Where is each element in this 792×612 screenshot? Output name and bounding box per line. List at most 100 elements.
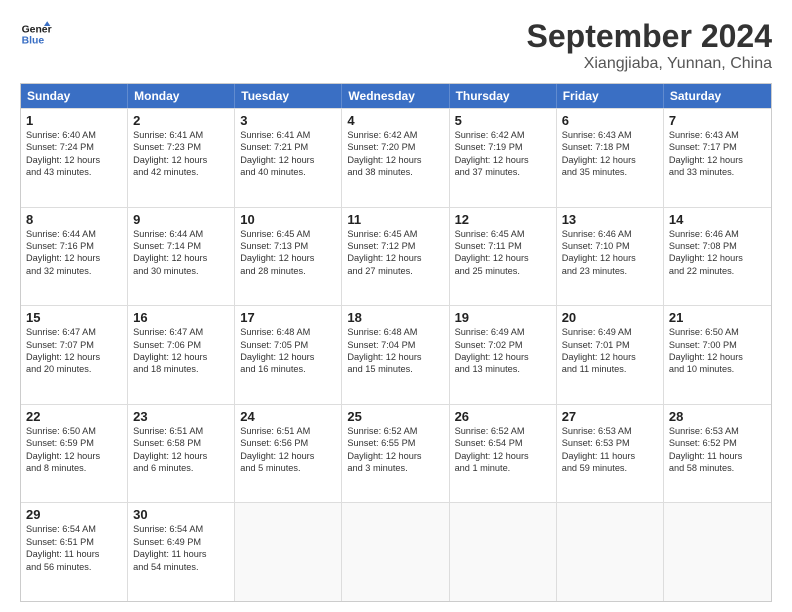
cell-text: Daylight: 12 hours — [562, 154, 658, 166]
calendar-cell: 10Sunrise: 6:45 AMSunset: 7:13 PMDayligh… — [235, 208, 342, 306]
header-day-saturday: Saturday — [664, 84, 771, 108]
cell-text: and 23 minutes. — [562, 265, 658, 277]
location-title: Xiangjiaba, Yunnan, China — [527, 55, 772, 73]
cell-text: Sunset: 7:16 PM — [26, 240, 122, 252]
cell-text: Sunrise: 6:47 AM — [133, 326, 229, 338]
calendar-cell: 16Sunrise: 6:47 AMSunset: 7:06 PMDayligh… — [128, 306, 235, 404]
day-number: 12 — [455, 212, 551, 227]
calendar-cell: 6Sunrise: 6:43 AMSunset: 7:18 PMDaylight… — [557, 109, 664, 207]
day-number: 6 — [562, 113, 658, 128]
day-number: 4 — [347, 113, 443, 128]
svg-text:Blue: Blue — [22, 36, 45, 47]
cell-text: Sunset: 6:54 PM — [455, 437, 551, 449]
calendar-body: 1Sunrise: 6:40 AMSunset: 7:24 PMDaylight… — [21, 108, 771, 601]
cell-text: Sunrise: 6:41 AM — [240, 129, 336, 141]
cell-text: Sunrise: 6:47 AM — [26, 326, 122, 338]
day-number: 5 — [455, 113, 551, 128]
cell-text: Daylight: 12 hours — [562, 351, 658, 363]
cell-text: Sunset: 7:04 PM — [347, 339, 443, 351]
cell-text: Sunset: 7:17 PM — [669, 141, 766, 153]
cell-text: and 54 minutes. — [133, 561, 229, 573]
cell-text: Sunset: 7:12 PM — [347, 240, 443, 252]
cell-text: Daylight: 12 hours — [240, 450, 336, 462]
cell-text: Sunrise: 6:44 AM — [26, 228, 122, 240]
cell-text: Sunset: 6:51 PM — [26, 536, 122, 548]
cell-text: Sunset: 7:05 PM — [240, 339, 336, 351]
calendar-cell: 22Sunrise: 6:50 AMSunset: 6:59 PMDayligh… — [21, 405, 128, 503]
cell-text: Sunset: 7:01 PM — [562, 339, 658, 351]
cell-text: and 25 minutes. — [455, 265, 551, 277]
calendar-cell: 17Sunrise: 6:48 AMSunset: 7:05 PMDayligh… — [235, 306, 342, 404]
cell-text: Sunset: 7:14 PM — [133, 240, 229, 252]
cell-text: Sunset: 7:08 PM — [669, 240, 766, 252]
calendar-cell: 13Sunrise: 6:46 AMSunset: 7:10 PMDayligh… — [557, 208, 664, 306]
day-number: 8 — [26, 212, 122, 227]
cell-text: Daylight: 12 hours — [562, 252, 658, 264]
cell-text: and 8 minutes. — [26, 462, 122, 474]
day-number: 7 — [669, 113, 766, 128]
calendar-cell: 12Sunrise: 6:45 AMSunset: 7:11 PMDayligh… — [450, 208, 557, 306]
day-number: 17 — [240, 310, 336, 325]
cell-text: Sunset: 7:18 PM — [562, 141, 658, 153]
cell-text: Sunset: 6:49 PM — [133, 536, 229, 548]
day-number: 27 — [562, 409, 658, 424]
day-number: 15 — [26, 310, 122, 325]
day-number: 10 — [240, 212, 336, 227]
day-number: 14 — [669, 212, 766, 227]
day-number: 19 — [455, 310, 551, 325]
day-number: 29 — [26, 507, 122, 522]
cell-text: Daylight: 12 hours — [240, 351, 336, 363]
cell-text: and 3 minutes. — [347, 462, 443, 474]
day-number: 30 — [133, 507, 229, 522]
cell-text: and 28 minutes. — [240, 265, 336, 277]
calendar-cell: 24Sunrise: 6:51 AMSunset: 6:56 PMDayligh… — [235, 405, 342, 503]
cell-text: Sunset: 7:23 PM — [133, 141, 229, 153]
cell-text: Sunrise: 6:52 AM — [455, 425, 551, 437]
cell-text: Sunrise: 6:43 AM — [562, 129, 658, 141]
calendar-cell: 29Sunrise: 6:54 AMSunset: 6:51 PMDayligh… — [21, 503, 128, 601]
cell-text: Daylight: 12 hours — [133, 351, 229, 363]
cell-text: Sunset: 6:59 PM — [26, 437, 122, 449]
cell-text: Sunset: 7:20 PM — [347, 141, 443, 153]
cell-text: Sunrise: 6:52 AM — [347, 425, 443, 437]
cell-text: and 37 minutes. — [455, 166, 551, 178]
header-day-wednesday: Wednesday — [342, 84, 449, 108]
cell-text: and 22 minutes. — [669, 265, 766, 277]
cell-text: Sunrise: 6:45 AM — [240, 228, 336, 240]
day-number: 13 — [562, 212, 658, 227]
day-number: 2 — [133, 113, 229, 128]
cell-text: Sunset: 7:10 PM — [562, 240, 658, 252]
cell-text: and 5 minutes. — [240, 462, 336, 474]
day-number: 20 — [562, 310, 658, 325]
cell-text: Daylight: 12 hours — [133, 154, 229, 166]
cell-text: Sunrise: 6:50 AM — [669, 326, 766, 338]
cell-text: Daylight: 12 hours — [669, 154, 766, 166]
cell-text: Daylight: 12 hours — [455, 450, 551, 462]
cell-text: and 32 minutes. — [26, 265, 122, 277]
cell-text: Daylight: 12 hours — [669, 252, 766, 264]
cell-text: and 40 minutes. — [240, 166, 336, 178]
calendar-cell: 18Sunrise: 6:48 AMSunset: 7:04 PMDayligh… — [342, 306, 449, 404]
cell-text: Sunrise: 6:51 AM — [240, 425, 336, 437]
calendar-cell — [342, 503, 449, 601]
cell-text: Daylight: 12 hours — [26, 154, 122, 166]
cell-text: Daylight: 12 hours — [240, 252, 336, 264]
calendar: SundayMondayTuesdayWednesdayThursdayFrid… — [20, 83, 772, 602]
calendar-cell: 5Sunrise: 6:42 AMSunset: 7:19 PMDaylight… — [450, 109, 557, 207]
calendar-cell: 19Sunrise: 6:49 AMSunset: 7:02 PMDayligh… — [450, 306, 557, 404]
calendar-cell — [235, 503, 342, 601]
cell-text: and 43 minutes. — [26, 166, 122, 178]
calendar-cell: 1Sunrise: 6:40 AMSunset: 7:24 PMDaylight… — [21, 109, 128, 207]
calendar-cell: 2Sunrise: 6:41 AMSunset: 7:23 PMDaylight… — [128, 109, 235, 207]
cell-text: Daylight: 12 hours — [26, 252, 122, 264]
calendar-cell: 23Sunrise: 6:51 AMSunset: 6:58 PMDayligh… — [128, 405, 235, 503]
cell-text: Sunset: 7:07 PM — [26, 339, 122, 351]
calendar-cell: 4Sunrise: 6:42 AMSunset: 7:20 PMDaylight… — [342, 109, 449, 207]
cell-text: Daylight: 11 hours — [133, 548, 229, 560]
cell-text: Sunrise: 6:49 AM — [562, 326, 658, 338]
calendar-cell — [664, 503, 771, 601]
calendar-cell: 25Sunrise: 6:52 AMSunset: 6:55 PMDayligh… — [342, 405, 449, 503]
cell-text: Sunrise: 6:44 AM — [133, 228, 229, 240]
calendar-row: 15Sunrise: 6:47 AMSunset: 7:07 PMDayligh… — [21, 305, 771, 404]
header-day-monday: Monday — [128, 84, 235, 108]
